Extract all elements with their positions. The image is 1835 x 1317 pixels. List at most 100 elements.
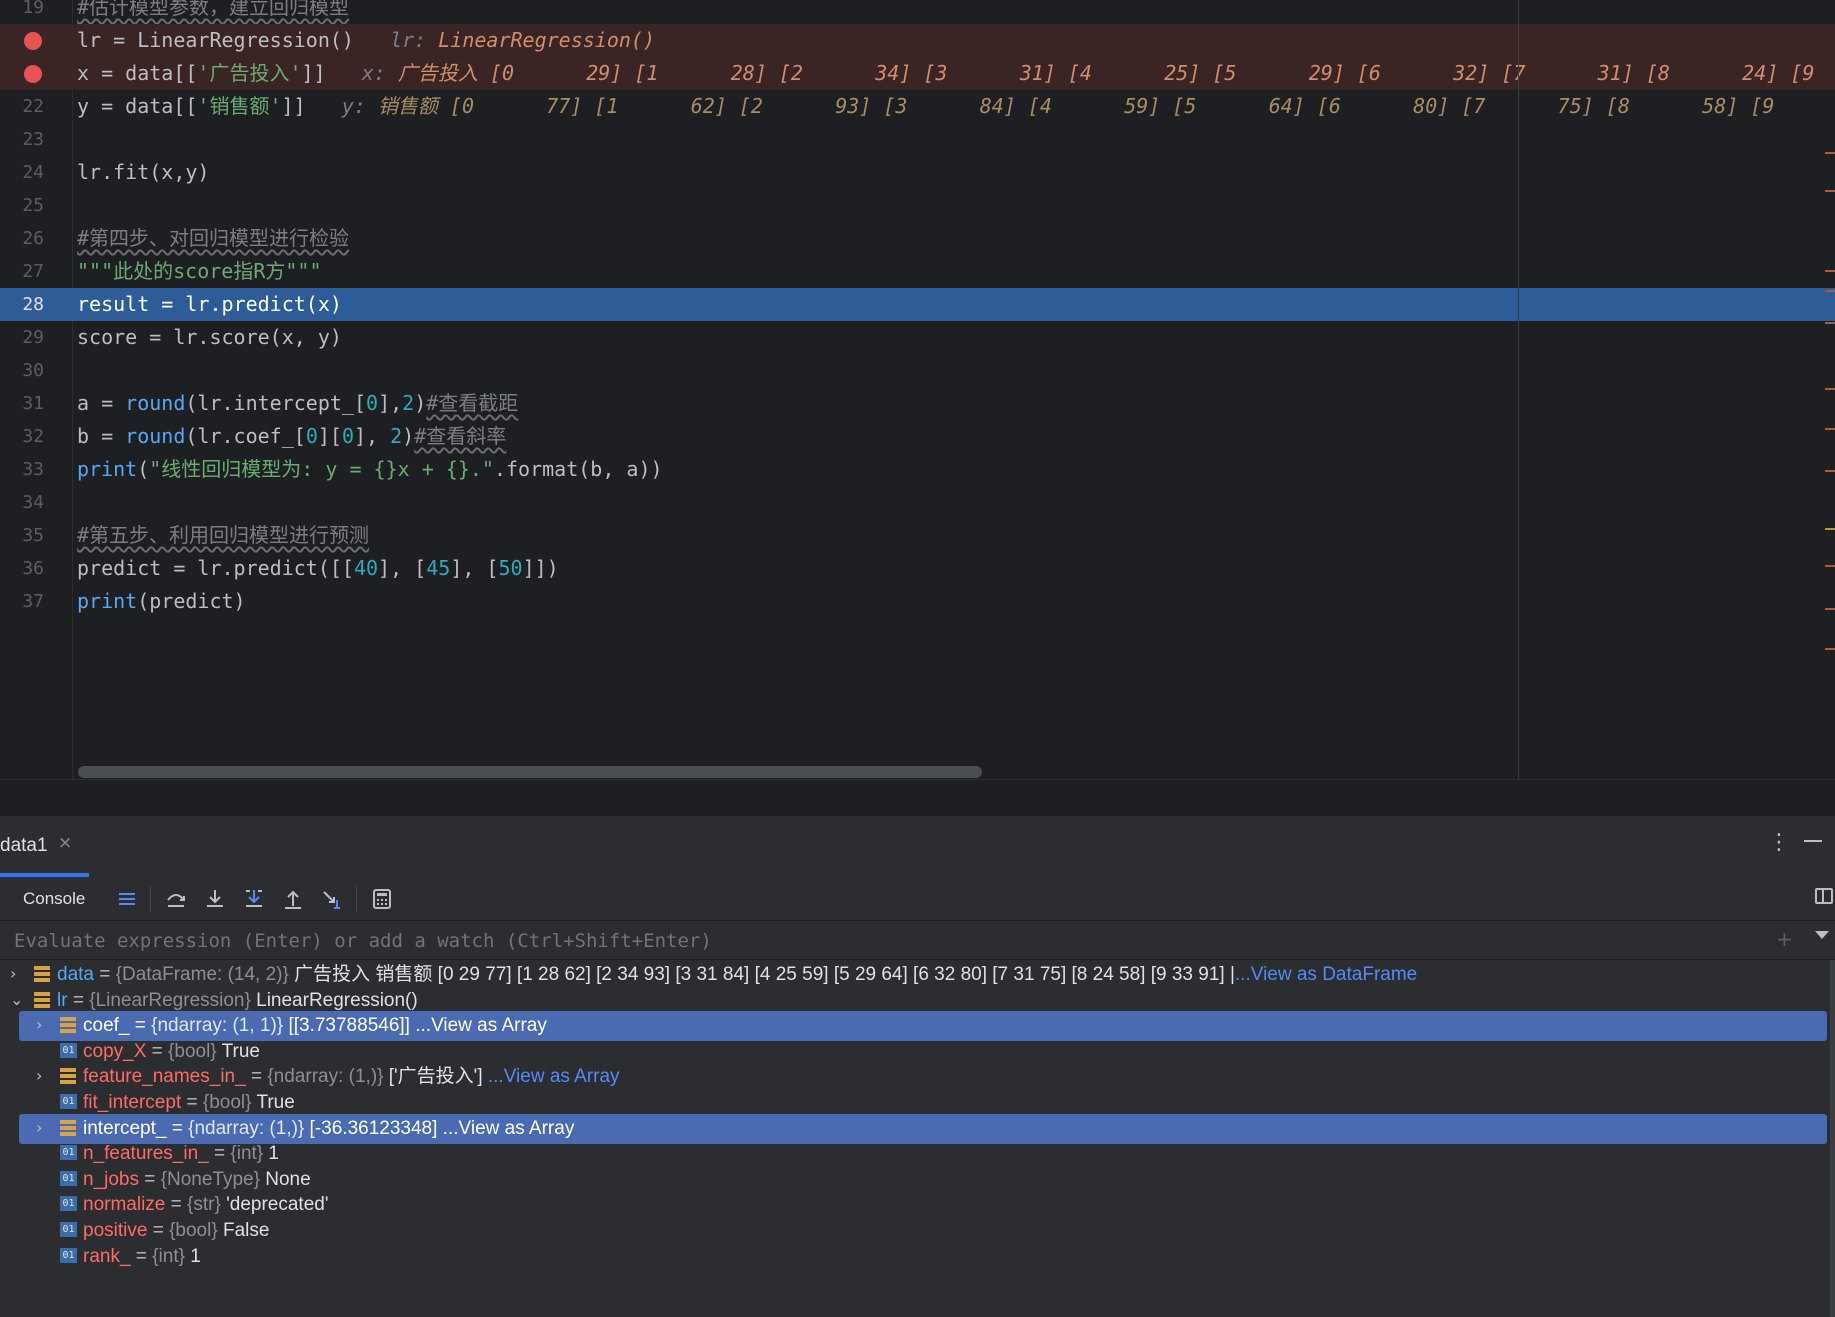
- splitter[interactable]: [0, 779, 1835, 817]
- line-number[interactable]: 29: [0, 321, 44, 354]
- show-execution-point-icon[interactable]: [114, 886, 140, 912]
- variable-value: 广告投入 销售额 [0 29 77] [1 28 62] [2 34 93] […: [288, 964, 1235, 985]
- code-text[interactable]: a = round(lr.intercept_[0],2)#查看截距: [77, 387, 518, 420]
- code-line[interactable]: 32 b = round(lr.coef_[0][0], 2)#查看斜率: [0, 420, 1835, 453]
- breakpoint-icon[interactable]: [24, 32, 42, 50]
- chevron-right-icon[interactable]: ›: [36, 1066, 42, 1085]
- code-line[interactable]: 34: [0, 486, 1835, 519]
- line-number[interactable]: 37: [0, 585, 44, 618]
- code-text[interactable]: result = lr.predict(x): [77, 288, 342, 321]
- line-number[interactable]: 25: [0, 189, 44, 222]
- step-out-icon[interactable]: [280, 886, 306, 912]
- evaluate-expression-icon[interactable]: [369, 886, 395, 912]
- line-number[interactable]: 19: [0, 0, 44, 24]
- line-number[interactable]: 27: [0, 255, 44, 288]
- line-number[interactable]: 35: [0, 519, 44, 552]
- evaluate-expression-input[interactable]: [12, 925, 1756, 957]
- code-line[interactable]: 36 predict = lr.predict([[40], [45], [50]…: [0, 552, 1835, 585]
- breakpoint-icon[interactable]: [24, 65, 42, 83]
- error-stripe-mark[interactable]: [1825, 290, 1835, 292]
- code-line[interactable]: 30: [0, 354, 1835, 387]
- line-number[interactable]: 24: [0, 156, 44, 189]
- code-line[interactable]: 33 print("线性回归模型为: y = {}x + {}.".format(…: [0, 453, 1835, 486]
- code-text[interactable]: #第五步、利用回归模型进行预测: [77, 519, 369, 552]
- run-to-cursor-icon[interactable]: [319, 886, 345, 912]
- view-as-link[interactable]: ...View as Array: [410, 1015, 547, 1036]
- code-text[interactable]: x = data[['广告投入']] x: 广告投入 [0 29] [1 28]…: [77, 57, 1835, 90]
- line-number[interactable]: 36: [0, 552, 44, 585]
- view-as-link[interactable]: ...View as DataFrame: [1235, 964, 1417, 985]
- code-text[interactable]: #估计模型参数，建立回归模型: [77, 0, 349, 24]
- step-over-icon[interactable]: [163, 886, 189, 912]
- toolbar-separator: [150, 886, 151, 912]
- code-text[interactable]: score = lr.score(x, y): [77, 321, 342, 354]
- code-line[interactable]: 27 """此处的score指R方""": [0, 255, 1835, 288]
- vertical-scrollbar[interactable]: [1830, 960, 1835, 1317]
- code-line[interactable]: x = data[['广告投入']] x: 广告投入 [0 29] [1 28]…: [0, 57, 1835, 90]
- error-stripe-mark[interactable]: [1825, 470, 1835, 472]
- view-as-link[interactable]: ...View as Array: [437, 1118, 575, 1139]
- chevron-right-icon[interactable]: ›: [36, 1015, 42, 1034]
- code-line[interactable]: 26 #第四步、对回归模型进行检验: [0, 222, 1835, 255]
- line-number[interactable]: 23: [0, 123, 44, 156]
- line-number[interactable]: 32: [0, 420, 44, 453]
- code-text[interactable]: predict = lr.predict([[40], [45], [50]]): [77, 552, 559, 585]
- code-editor[interactable]: 19 #估计模型参数，建立回归模型 lr = LinearRegression() …: [0, 0, 1835, 779]
- error-stripe-mark[interactable]: [1825, 428, 1835, 430]
- code-line[interactable]: 35 #第五步、利用回归模型进行预测: [0, 519, 1835, 552]
- chevron-right-icon[interactable]: ›: [10, 964, 16, 983]
- error-stripe-mark[interactable]: [1825, 270, 1835, 272]
- close-icon[interactable]: ×: [58, 833, 72, 853]
- line-number[interactable]: 31: [0, 387, 44, 420]
- variable-name: n_features_in_: [83, 1143, 209, 1165]
- code-line[interactable]: 22 y = data[['销售额']] y: 销售额 [0 77] [1 62]…: [0, 90, 1835, 123]
- line-number[interactable]: 33: [0, 453, 44, 486]
- code-text[interactable]: y = data[['销售额']] y: 销售额 [0 77] [1 62] […: [77, 90, 1835, 123]
- execution-line[interactable]: 28 result = lr.predict(x): [0, 288, 1835, 321]
- code-text[interactable]: lr.fit(x,y): [77, 156, 209, 189]
- code-text[interactable]: #第四步、对回归模型进行检验: [77, 222, 349, 255]
- minimize-icon[interactable]: [1804, 840, 1822, 842]
- add-watch-icon[interactable]: +: [1776, 927, 1793, 951]
- line-number[interactable]: 28: [0, 288, 44, 321]
- error-stripe-mark[interactable]: [1825, 322, 1835, 324]
- line-number[interactable]: 22: [0, 90, 44, 123]
- code-line[interactable]: 23: [0, 123, 1835, 156]
- code-text[interactable]: """此处的score指R方""": [77, 255, 322, 288]
- code-text[interactable]: print(predict): [77, 585, 246, 618]
- warning-stripe-mark[interactable]: [1825, 528, 1835, 530]
- error-stripe-mark[interactable]: [1825, 648, 1835, 650]
- more-options-icon[interactable]: ⋮: [1768, 830, 1790, 855]
- step-into-icon[interactable]: [202, 886, 228, 912]
- code-token: 2: [390, 424, 403, 448]
- code-token: ]]: [301, 61, 362, 85]
- code-text[interactable]: b = round(lr.coef_[0][0], 2)#查看斜率: [77, 420, 506, 453]
- variable-row[interactable]: 01 rank_ = {int} 1: [0, 1242, 1835, 1272]
- code-line[interactable]: 31 a = round(lr.intercept_[0],2)#查看截距: [0, 387, 1835, 420]
- error-stripe-mark[interactable]: [1825, 152, 1835, 154]
- horizontal-scrollbar[interactable]: [78, 766, 982, 778]
- console-tab[interactable]: Console: [23, 889, 85, 909]
- error-stripe-mark[interactable]: [1825, 388, 1835, 390]
- error-stripe-mark[interactable]: [1825, 608, 1835, 610]
- error-stripe-mark[interactable]: [1825, 190, 1835, 192]
- layout-settings-icon[interactable]: [1815, 888, 1833, 904]
- view-as-link[interactable]: ...View as Array: [483, 1066, 620, 1087]
- code-text[interactable]: lr = LinearRegression() lr: LinearRegres…: [77, 24, 655, 57]
- history-dropdown-icon[interactable]: [1815, 931, 1829, 939]
- code-line[interactable]: 37 print(predict): [0, 585, 1835, 618]
- step-into-my-code-icon[interactable]: [241, 886, 267, 912]
- code-line[interactable]: lr = LinearRegression() lr: LinearRegres…: [0, 24, 1835, 57]
- code-text[interactable]: print("线性回归模型为: y = {}x + {}.".format(b,…: [77, 453, 663, 486]
- code-line[interactable]: 19 #估计模型参数，建立回归模型: [0, 0, 1835, 24]
- tab-label[interactable]: data1: [0, 835, 48, 857]
- code-line[interactable]: 25: [0, 189, 1835, 222]
- code-line[interactable]: 29 score = lr.score(x, y): [0, 321, 1835, 354]
- chevron-down-icon[interactable]: ⌄: [10, 990, 23, 1009]
- line-number[interactable]: 26: [0, 222, 44, 255]
- chevron-right-icon[interactable]: ›: [36, 1118, 42, 1137]
- error-stripe-mark[interactable]: [1825, 565, 1835, 567]
- code-line[interactable]: 24 lr.fit(x,y): [0, 156, 1835, 189]
- line-number[interactable]: 30: [0, 354, 44, 387]
- line-number[interactable]: 34: [0, 486, 44, 519]
